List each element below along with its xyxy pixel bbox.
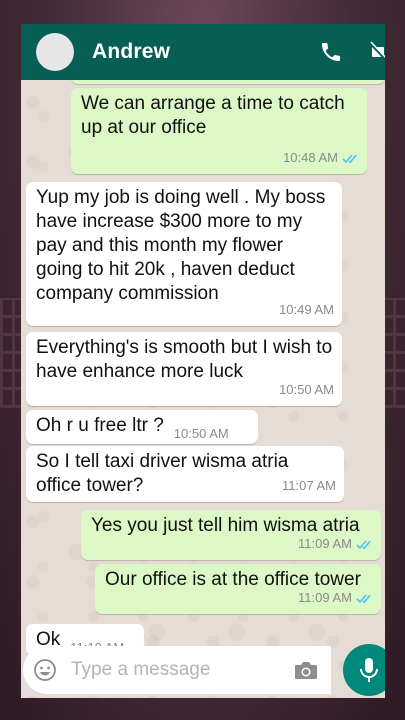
message-bubble-incoming[interactable]: Everything's is smooth but I wish to hav…: [26, 332, 342, 406]
message-bubble-outgoing[interactable]: Yes you just tell him wisma atria 11:09 …: [81, 510, 381, 560]
phone-icon[interactable]: [319, 40, 343, 64]
mic-icon: [360, 658, 378, 682]
read-ticks-icon: [356, 593, 371, 603]
message-bubble-incoming[interactable]: Oh r u free ltr ? 10:50 AM: [26, 410, 258, 444]
message-time: 11:09 AM: [298, 536, 352, 551]
read-ticks-icon: [342, 153, 357, 163]
message-time: 11:07 AM: [282, 478, 336, 493]
message-input-placeholder: Type a message: [71, 659, 211, 680]
message-bubble-incoming[interactable]: Yup my job is doing well . My boss have …: [26, 182, 342, 326]
message-bubble-incoming[interactable]: So I tell taxi driver wisma atria office…: [26, 446, 344, 502]
mic-button[interactable]: [343, 644, 385, 696]
message-text: So I tell taxi driver wisma atria office…: [36, 451, 289, 496]
emoji-icon[interactable]: [33, 658, 57, 682]
message-time: 10:50 AM: [279, 382, 334, 397]
message-composer: Type a message: [21, 642, 385, 698]
message-input[interactable]: Type a message: [23, 646, 331, 694]
message-text: Everything's is smooth but I wish to hav…: [36, 337, 333, 382]
message-list: 10:48 AM We can arrange a time to catch …: [21, 64, 385, 656]
chat-screen: Andrew 10:48 AM We can arrange a time to…: [21, 24, 385, 698]
avatar[interactable]: [36, 33, 74, 71]
message-text: Oh r u free ltr ?: [36, 415, 164, 436]
message-time: 10:50 AM: [173, 426, 229, 441]
message-time: 11:09 AM: [298, 590, 352, 605]
message-time: 10:48 AM: [283, 150, 338, 165]
video-call-icon[interactable]: [369, 40, 385, 64]
message-text: We can arrange a time to catch up at our…: [81, 93, 345, 138]
message-bubble-outgoing[interactable]: We can arrange a time to catch up at our…: [71, 88, 367, 174]
message-text: Yup my job is doing well . My boss have …: [36, 187, 326, 304]
camera-icon[interactable]: [293, 658, 319, 682]
chat-header: Andrew: [21, 24, 385, 80]
message-time: 10:49 AM: [279, 302, 334, 317]
message-bubble-outgoing[interactable]: Our office is at the office tower 11:09 …: [95, 564, 381, 614]
read-ticks-icon: [356, 539, 371, 549]
contact-name[interactable]: Andrew: [92, 40, 170, 64]
